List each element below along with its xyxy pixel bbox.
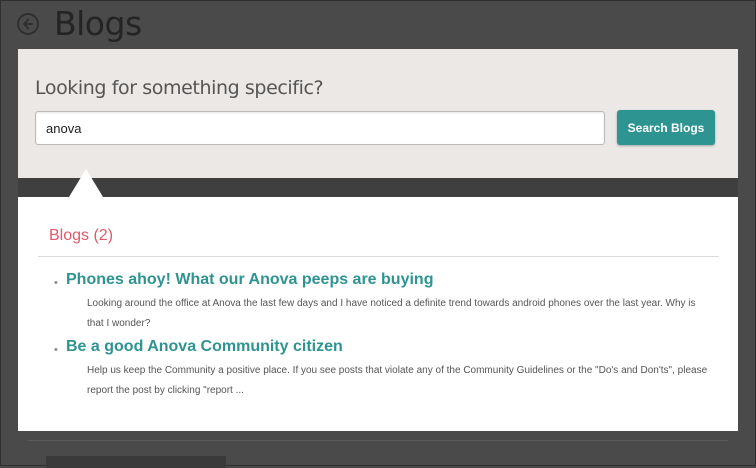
result-excerpt: Help us keep the Community a positive pl… <box>87 365 708 396</box>
result-title-link[interactable]: Be a good Anova Community citizen <box>66 338 343 356</box>
results-divider <box>38 256 719 257</box>
search-panel: Looking for something specific? Search B… <box>18 49 738 178</box>
search-results-panel: Blogs (2) • Phones ahoy! What our Anova … <box>18 197 738 431</box>
bullet-icon: • <box>54 277 58 289</box>
panel-separator <box>18 178 738 197</box>
page-title: Blogs <box>54 4 142 43</box>
back-arrow-icon[interactable] <box>17 13 39 35</box>
results-heading: Blogs (2) <box>49 227 114 244</box>
bullet-icon: • <box>54 344 58 356</box>
background-divider <box>28 440 728 441</box>
search-blogs-button[interactable]: Search Blogs <box>617 110 715 145</box>
dropdown-pointer <box>69 169 103 197</box>
search-input[interactable] <box>35 111 605 145</box>
result-title-link[interactable]: Phones ahoy! What our Anova peeps are bu… <box>66 271 433 289</box>
page-header: Blogs <box>0 0 756 48</box>
result-excerpt: Looking around the office at Anova the l… <box>87 298 696 329</box>
search-prompt: Looking for something specific? <box>35 77 324 99</box>
background-section-heading <box>46 456 226 468</box>
